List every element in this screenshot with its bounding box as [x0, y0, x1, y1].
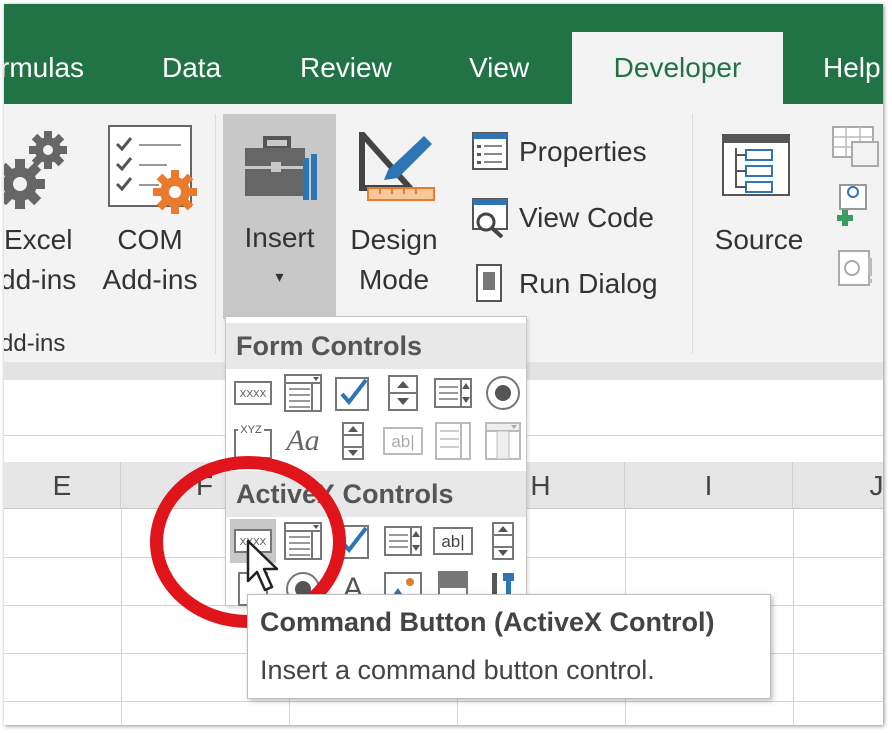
checklist-gear-icon: [108, 125, 197, 214]
excel-addins-button[interactable]: [4, 116, 74, 209]
form-listbox-control[interactable]: [430, 371, 476, 415]
form-combo-dropdown-control-disabled: [480, 419, 526, 463]
form-controls-header: Form Controls: [226, 323, 526, 369]
tab-help[interactable]: Help: [823, 32, 881, 104]
spin-button-icon: [388, 375, 418, 411]
activex-listbox-control[interactable]: [380, 519, 426, 563]
column-gridline: [793, 509, 794, 725]
group-separator: [692, 114, 693, 354]
form-textfield-control-disabled: ab|: [380, 419, 426, 463]
activex-textbox-control[interactable]: ab|: [430, 519, 476, 563]
form-combobox-control[interactable]: [280, 371, 326, 415]
excel-addins-label-2: dd-ins: [4, 264, 77, 295]
form-combo-list-control-disabled: [430, 419, 476, 463]
view-code-label: View Code: [519, 202, 654, 233]
group-separator: [215, 114, 216, 354]
form-option-button-control[interactable]: [480, 371, 526, 415]
form-checkbox-control[interactable]: [330, 371, 376, 415]
refresh-data-icon[interactable]: [838, 250, 876, 290]
insert-label: Insert: [244, 222, 315, 253]
list-box-icon: [384, 526, 422, 556]
tab-view[interactable]: View: [469, 32, 529, 104]
column-header-e[interactable]: E: [4, 462, 121, 509]
scroll-bar-icon: [342, 422, 364, 460]
mouse-cursor-icon: [246, 539, 279, 592]
source-label: Source: [714, 224, 804, 255]
tab-data[interactable]: Data: [162, 32, 221, 104]
label-icon: Aa: [286, 424, 320, 457]
tooltip-description: Insert a command button control.: [260, 655, 655, 685]
control-tooltip: Command Button (ActiveX Control) Insert …: [247, 594, 771, 699]
excel-addins-label-1: Excel: [4, 224, 73, 255]
properties-button[interactable]: Properties: [466, 130, 696, 174]
com-addins-label-2: Add-ins: [102, 264, 198, 295]
form-scrollbar-control[interactable]: [330, 419, 376, 463]
form-spinbutton-control[interactable]: [380, 371, 426, 415]
svg-text:ab|: ab|: [441, 532, 464, 551]
dropdown-arrow-icon: ▾: [275, 269, 284, 286]
tab-review[interactable]: Review: [300, 32, 392, 104]
text-box-icon: ab|: [433, 527, 473, 555]
svg-text:XYZ: XYZ: [240, 424, 262, 436]
button-icon: XXXX: [234, 381, 272, 405]
column-header-j[interactable]: J: [793, 462, 884, 509]
run-dialog-label: Run Dialog: [519, 268, 658, 299]
scroll-bar-icon: [492, 522, 514, 560]
column-header-i[interactable]: I: [625, 462, 793, 509]
tab-developer[interactable]: Developer: [572, 32, 783, 104]
map-properties-icon[interactable]: [832, 126, 880, 168]
combo-list-icon: [435, 422, 471, 460]
tab-formulas[interactable]: rmulas: [4, 32, 84, 104]
combo-box-icon: [284, 374, 322, 412]
column-gridline: [121, 509, 122, 725]
activex-scrollbar-control[interactable]: [480, 519, 526, 563]
expansion-packs-icon[interactable]: [834, 184, 870, 228]
run-dialog-icon: [476, 264, 502, 302]
com-addins-button[interactable]: [99, 124, 209, 214]
addins-group-label: dd-ins: [4, 330, 66, 357]
xml-source-icon: [722, 134, 790, 196]
svg-text:XXXX: XXXX: [240, 389, 267, 400]
text-field-icon: ab|: [383, 427, 423, 455]
run-dialog-button[interactable]: Run Dialog: [466, 262, 696, 306]
properties-label: Properties: [519, 136, 647, 167]
insert-controls-button[interactable]: Insert ▾: [223, 114, 336, 319]
option-button-icon: [486, 376, 520, 410]
toolbox-icon: [245, 136, 317, 200]
tooltip-title: Command Button (ActiveX Control): [260, 607, 715, 637]
list-box-icon: [434, 378, 472, 408]
form-label-control[interactable]: Aa: [280, 419, 326, 463]
combo-dropdown-icon: [485, 422, 521, 460]
source-button[interactable]: Source: [704, 124, 814, 304]
view-code-icon: [472, 198, 508, 238]
ribbon-tab-bar: rmulas Data Review View Developer Help: [4, 4, 883, 104]
svg-text:ab|: ab|: [391, 432, 414, 451]
com-addins-label-1: COM: [117, 224, 183, 255]
excel-window: rmulas Data Review View Developer Help E…: [4, 4, 883, 725]
row-gridline: [4, 701, 883, 702]
design-mode-label-1: Design: [350, 224, 438, 255]
checkbox-icon: [335, 377, 369, 411]
form-button-control[interactable]: XXXX: [230, 371, 276, 415]
gears-icon: [4, 131, 67, 209]
design-mode-label-2: Mode: [358, 264, 430, 295]
view-code-button[interactable]: View Code: [466, 196, 696, 240]
group-box-icon: XYZ: [234, 423, 272, 459]
ruler-pencil-icon: [359, 132, 435, 201]
properties-icon: [472, 132, 508, 170]
